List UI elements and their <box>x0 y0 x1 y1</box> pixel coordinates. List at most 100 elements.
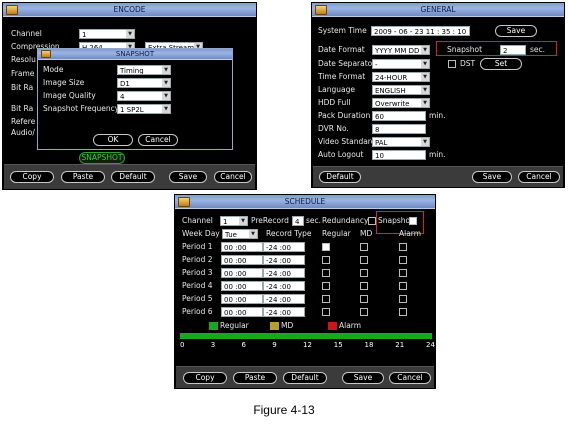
regular-checkbox[interactable] <box>322 295 330 303</box>
regular-legend-swatch <box>209 322 218 330</box>
period-label: Period 6 <box>182 307 213 316</box>
alarm-legend-swatch <box>328 322 337 330</box>
date-format-select[interactable]: YYYY MM DD <box>372 45 430 55</box>
image-quality-select[interactable]: 4 <box>117 91 171 101</box>
date-format-label: Date Format <box>318 45 365 54</box>
cancel-button[interactable]: Cancel <box>389 372 431 384</box>
period-row: Period 3 00 :00 -24 :00 <box>175 267 435 279</box>
regular-checkbox[interactable] <box>322 308 330 316</box>
alarm-checkbox[interactable] <box>399 295 407 303</box>
md-checkbox[interactable] <box>360 256 368 264</box>
schedule-window-icon <box>178 197 190 207</box>
save-button[interactable]: Save <box>472 171 512 183</box>
pack-duration-input[interactable]: 60 <box>372 111 426 121</box>
alarm-checkbox[interactable] <box>399 243 407 251</box>
regular-checkbox[interactable] <box>322 269 330 277</box>
period-end-input[interactable]: -24 :00 <box>263 268 305 278</box>
date-separator-select[interactable]: - <box>372 59 430 69</box>
regular-checkbox[interactable] <box>322 282 330 290</box>
default-button[interactable]: Default <box>111 171 155 183</box>
paste-button[interactable]: Paste <box>233 372 277 384</box>
dst-label: DST <box>460 59 476 68</box>
general-title: GENERAL <box>420 5 456 14</box>
snapshot-dialog-title: SNAPSHOT <box>115 50 155 58</box>
language-label: Language <box>318 85 356 94</box>
default-button[interactable]: Default <box>319 171 361 183</box>
encode-title: ENCODE <box>113 5 146 14</box>
timeline-hour-label: 12 <box>303 341 312 349</box>
prerecord-input[interactable]: 4 <box>292 216 304 226</box>
snapshot-cancel-button[interactable]: Cancel <box>138 134 178 146</box>
mode-select[interactable]: Timing <box>117 65 171 75</box>
schedule-timeline-bar <box>180 333 432 339</box>
cancel-button[interactable]: Cancel <box>518 171 560 183</box>
alarm-checkbox[interactable] <box>399 308 407 316</box>
snapshot-ok-button[interactable]: OK <box>93 134 133 146</box>
period-start-input[interactable]: 00 :00 <box>221 268 263 278</box>
timeline-hour-label: 6 <box>241 341 246 349</box>
period-start-input[interactable]: 00 :00 <box>221 294 263 304</box>
auto-logout-input[interactable]: 10 <box>372 150 426 160</box>
channel-label: Channel <box>182 216 213 225</box>
general-button-bar: Default Save Cancel <box>313 166 563 187</box>
md-checkbox[interactable] <box>360 282 368 290</box>
paste-button[interactable]: Paste <box>61 171 105 183</box>
period-end-input[interactable]: -24 :00 <box>263 294 305 304</box>
copy-button[interactable]: Copy <box>183 372 227 384</box>
default-button[interactable]: Default <box>283 372 327 384</box>
dst-set-button[interactable]: Set <box>480 58 522 70</box>
snapshot-dialog: SNAPSHOT Mode Timing Image Size D1 Image… <box>37 48 233 150</box>
snapshot-button[interactable]: SNAPSHOT <box>79 152 125 164</box>
redundancy-checkbox[interactable] <box>368 217 376 225</box>
save-button[interactable]: Save <box>342 372 384 384</box>
cancel-button[interactable]: Cancel <box>214 171 252 183</box>
channel-select[interactable]: 1 <box>220 216 248 226</box>
regular-checkbox[interactable] <box>322 256 330 264</box>
mode-label: Mode <box>43 65 64 74</box>
time-format-select[interactable]: 24-HOUR <box>372 72 430 82</box>
timeline-hour-label: 24 <box>426 341 435 349</box>
schedule-titlebar: SCHEDULE <box>175 195 435 209</box>
md-checkbox[interactable] <box>360 308 368 316</box>
period-end-input[interactable]: -24 :00 <box>263 281 305 291</box>
alarm-checkbox[interactable] <box>399 256 407 264</box>
dvr-no-input[interactable]: 8 <box>372 124 426 134</box>
md-checkbox[interactable] <box>360 295 368 303</box>
dst-checkbox[interactable] <box>448 60 456 68</box>
snapshot-frequency-select[interactable]: 1 SP2L <box>117 104 171 114</box>
bitrate-label: Bit Ra <box>11 104 34 113</box>
period-label: Period 5 <box>182 294 213 303</box>
channel-label: Channel <box>11 29 42 38</box>
hdd-full-select[interactable]: Overwrite <box>372 98 430 108</box>
period-start-input[interactable]: 00 :00 <box>221 255 263 265</box>
system-time-field[interactable]: 2009 - 06 - 23 11 : 35 : 10 <box>371 26 470 36</box>
language-select[interactable]: ENGLISH <box>372 85 430 95</box>
video-standard-select[interactable]: PAL <box>372 137 430 147</box>
copy-button[interactable]: Copy <box>10 171 54 183</box>
period-row: Period 1 00 :00 -24 :00 <box>175 241 435 253</box>
general-window-icon <box>315 5 327 15</box>
prerecord-unit: sec. <box>306 216 322 225</box>
alarm-header: Alarm <box>399 229 422 238</box>
period-start-input[interactable]: 00 :00 <box>221 242 263 252</box>
snapshot-dialog-icon <box>41 50 51 58</box>
auto-logout-label: Auto Logout <box>318 150 364 159</box>
week-day-select[interactable]: Tue <box>222 229 258 239</box>
image-size-select[interactable]: D1 <box>117 78 171 88</box>
alarm-checkbox[interactable] <box>399 282 407 290</box>
period-start-input[interactable]: 00 :00 <box>221 307 263 317</box>
channel-select[interactable]: 1 <box>79 29 135 39</box>
system-time-save-button[interactable]: Save <box>495 25 537 37</box>
period-start-input[interactable]: 00 :00 <box>221 281 263 291</box>
image-quality-label: Image Quality <box>43 91 96 100</box>
md-checkbox[interactable] <box>360 243 368 251</box>
period-end-input[interactable]: -24 :00 <box>263 255 305 265</box>
md-checkbox[interactable] <box>360 269 368 277</box>
period-end-input[interactable]: -24 :00 <box>263 242 305 252</box>
period-label: Period 2 <box>182 255 213 264</box>
save-button[interactable]: Save <box>169 171 207 183</box>
alarm-checkbox[interactable] <box>399 269 407 277</box>
regular-checkbox[interactable] <box>322 243 330 251</box>
period-end-input[interactable]: -24 :00 <box>263 307 305 317</box>
audio-label: Audio/ <box>11 128 35 137</box>
